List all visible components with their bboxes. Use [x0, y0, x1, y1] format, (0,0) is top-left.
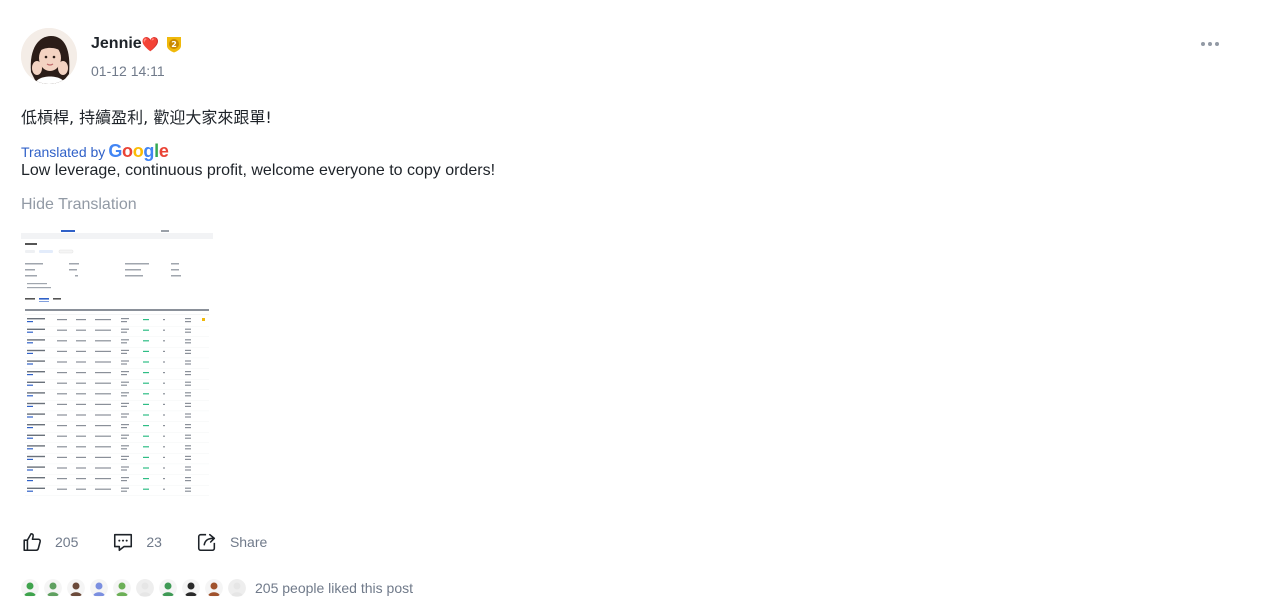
- hide-translation-link[interactable]: Hide Translation: [21, 196, 137, 214]
- share-label: Share: [229, 534, 268, 550]
- likers-row[interactable]: 205 people liked this post: [21, 578, 413, 598]
- google-letter: e: [158, 141, 169, 161]
- liker-avatar[interactable]: [228, 579, 246, 597]
- share-icon: [197, 533, 216, 552]
- share-button[interactable]: Share: [196, 528, 267, 556]
- liker-avatar[interactable]: [113, 579, 131, 597]
- liker-avatar[interactable]: [90, 579, 108, 597]
- liker-avatar[interactable]: [67, 579, 85, 597]
- likers-summary: 205 people liked this post: [255, 580, 413, 596]
- liker-avatar[interactable]: [159, 579, 177, 597]
- liker-avatar[interactable]: [21, 579, 39, 597]
- comment-button[interactable]: 23: [112, 528, 162, 556]
- post-date: 01-12 14:11: [91, 63, 165, 79]
- liker-avatars: [21, 579, 251, 597]
- translated-by-google: Translated by Google: [21, 138, 169, 160]
- post-text: 低槓桿, 持續盈利, 歡迎大家來跟單!: [21, 108, 272, 127]
- author-badge-icon: 2: [165, 35, 183, 53]
- author-name[interactable]: Jennie: [91, 35, 142, 53]
- like-button[interactable]: 205: [21, 528, 78, 556]
- liker-avatar[interactable]: [136, 579, 154, 597]
- translated-text: Low leverage, continuous profit, welcome…: [21, 162, 496, 179]
- google-letter: g: [143, 141, 155, 161]
- google-logo: Google: [108, 141, 169, 161]
- post-image-thumbnail[interactable]: [21, 225, 213, 497]
- liker-avatar[interactable]: [182, 579, 200, 597]
- comment-icon: [114, 533, 133, 552]
- google-letter: o: [132, 141, 144, 161]
- thumbs-up-icon: [23, 532, 42, 552]
- heart-emoji: ❤️: [141, 35, 160, 52]
- liker-avatar[interactable]: [205, 579, 223, 597]
- translated-by-label: Translated by: [21, 144, 106, 160]
- comment-count: 23: [146, 534, 162, 550]
- thumbnail-graphic: [21, 225, 213, 497]
- more-options-icon[interactable]: [1196, 36, 1224, 52]
- like-count: 205: [55, 534, 79, 550]
- post-actions: 205 23 Share: [21, 528, 301, 556]
- avatar-image: [21, 28, 77, 84]
- google-letter: G: [108, 141, 123, 161]
- liker-avatar[interactable]: [44, 579, 62, 597]
- google-letter: o: [122, 141, 133, 161]
- author-avatar[interactable]: [21, 28, 77, 84]
- badge-number: 2: [171, 40, 177, 49]
